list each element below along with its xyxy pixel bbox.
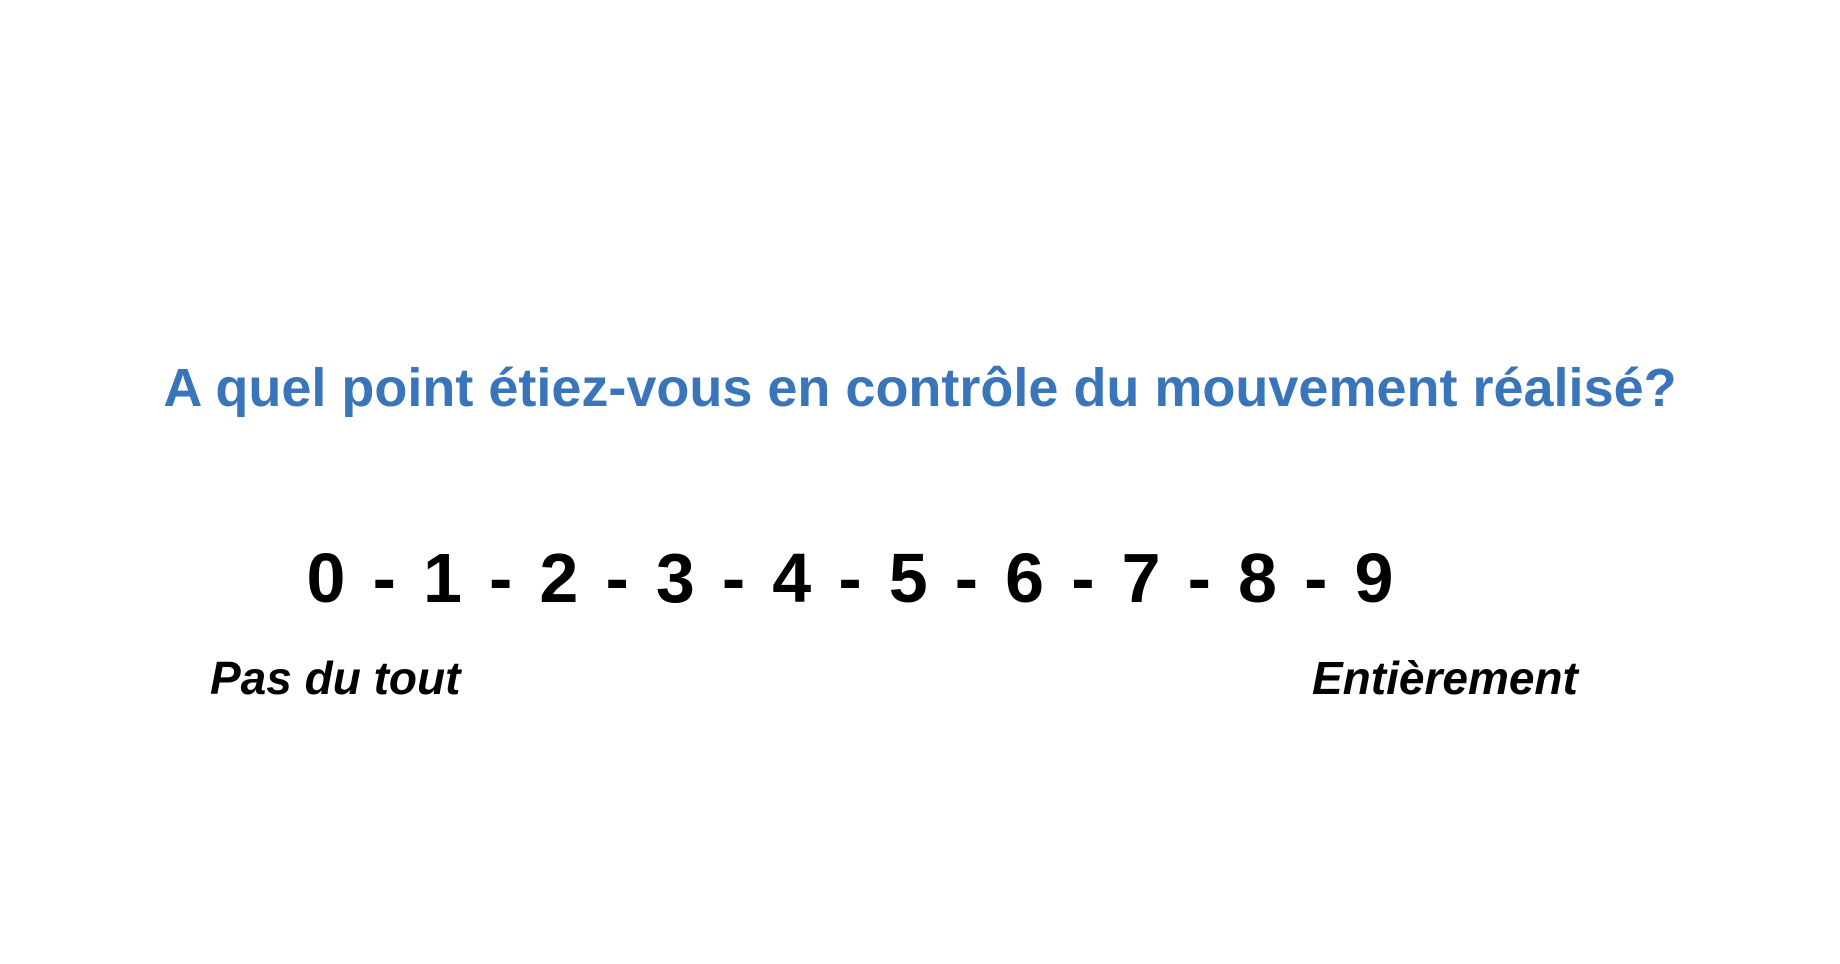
scale-value-8[interactable]: 8 (1232, 538, 1284, 618)
scale-value-5[interactable]: 5 (882, 538, 934, 618)
scale-value-7[interactable]: 7 (1115, 538, 1167, 618)
scale-separator: - (605, 539, 629, 617)
scale-value-6[interactable]: 6 (999, 538, 1051, 618)
scale-separator: - (721, 539, 746, 617)
scale-value-3[interactable]: 3 (649, 538, 701, 618)
scale-value-1[interactable]: 1 (416, 538, 468, 618)
scale-separator: - (838, 539, 862, 617)
scale-value-2[interactable]: 2 (533, 538, 585, 618)
scale-value-4[interactable]: 4 (766, 538, 818, 618)
scale-separator: - (489, 539, 513, 617)
scale-separator: - (372, 539, 396, 617)
question-text: A quel point étiez-vous en contrôle du m… (163, 358, 1677, 418)
scale-separator: - (1304, 539, 1328, 617)
scale-high-label: Entièrement (1312, 652, 1578, 704)
scale-separator: - (1187, 539, 1211, 617)
scale-separator: - (1071, 539, 1095, 617)
scale-separator: - (954, 539, 979, 617)
rating-scale: 0 - 1 - 2 - 3 - 4 - 5 - 6 - 7 - 8 - 9 (300, 538, 1400, 618)
scale-low-label: Pas du tout (210, 652, 461, 704)
scale-value-0[interactable]: 0 (300, 538, 352, 618)
scale-value-9[interactable]: 9 (1348, 538, 1400, 618)
